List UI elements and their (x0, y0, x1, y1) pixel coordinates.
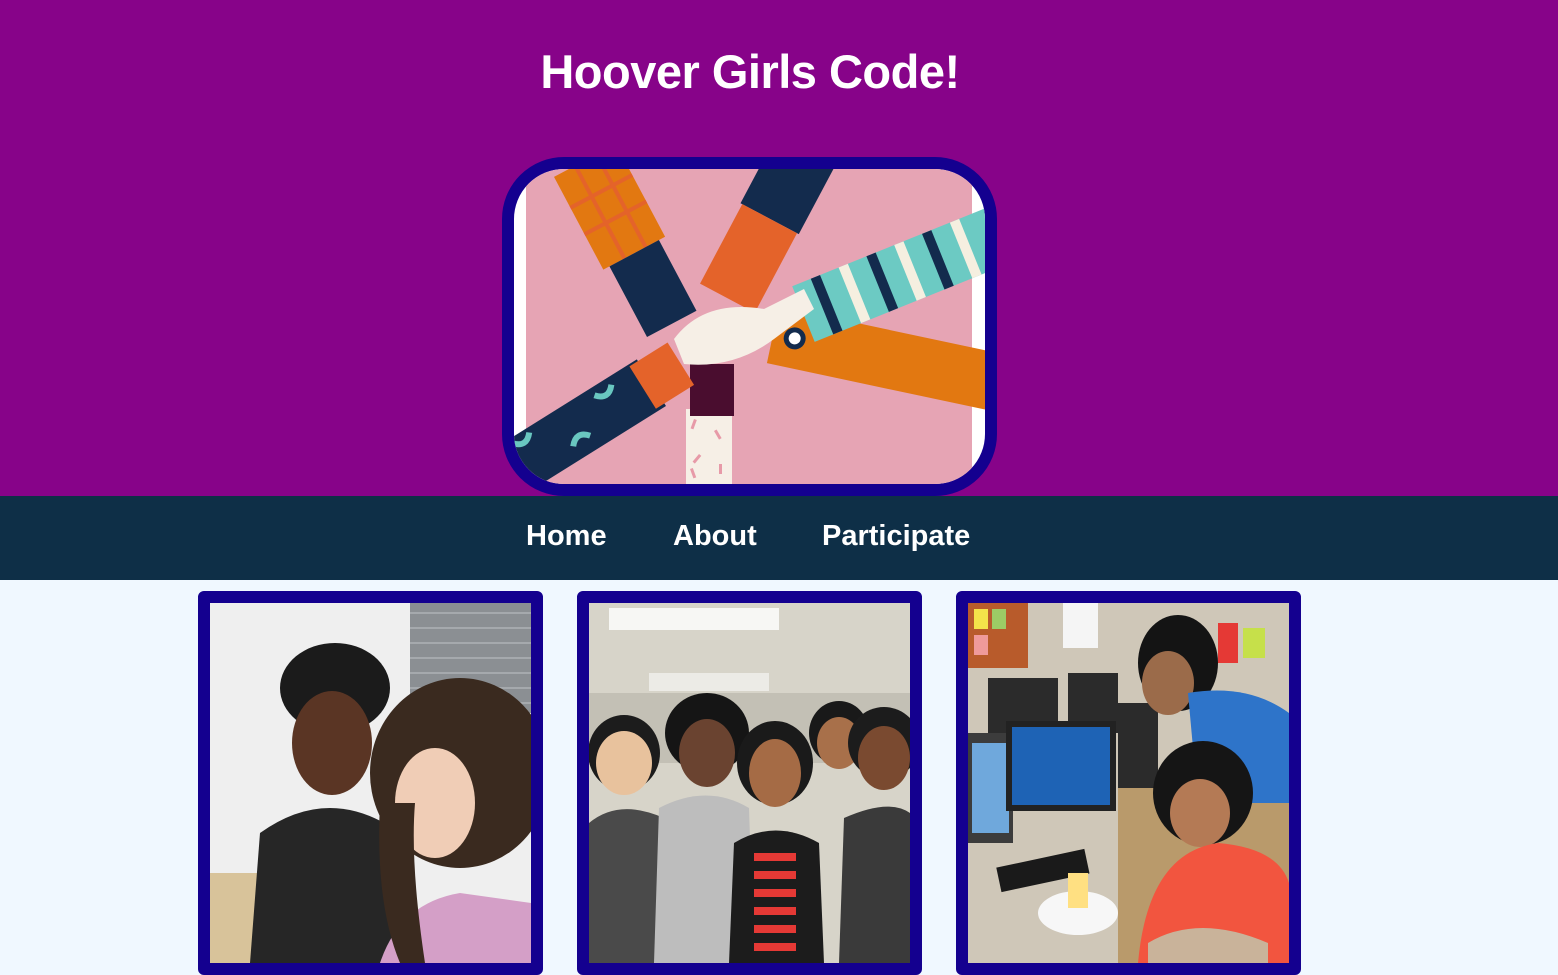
nav-link-home[interactable]: Home (526, 520, 607, 553)
photo-gallery (0, 580, 1558, 975)
hands-together-illustration (514, 169, 985, 484)
photo-card-1 (198, 591, 543, 975)
two-girls-at-computer-photo (210, 603, 531, 963)
girls-at-computer-lab-photo (968, 603, 1289, 963)
site-header: Hoover Girls Code! (0, 0, 1558, 496)
main-nav: Home About Participate (0, 496, 1558, 580)
photo-card-3 (956, 591, 1301, 975)
site-title: Hoover Girls Code! (540, 45, 960, 98)
hero-image (502, 157, 997, 496)
group-of-girls-smiling-photo (589, 603, 910, 963)
photo-card-2 (577, 591, 922, 975)
nav-link-participate[interactable]: Participate (822, 520, 970, 553)
nav-link-about[interactable]: About (673, 520, 757, 553)
